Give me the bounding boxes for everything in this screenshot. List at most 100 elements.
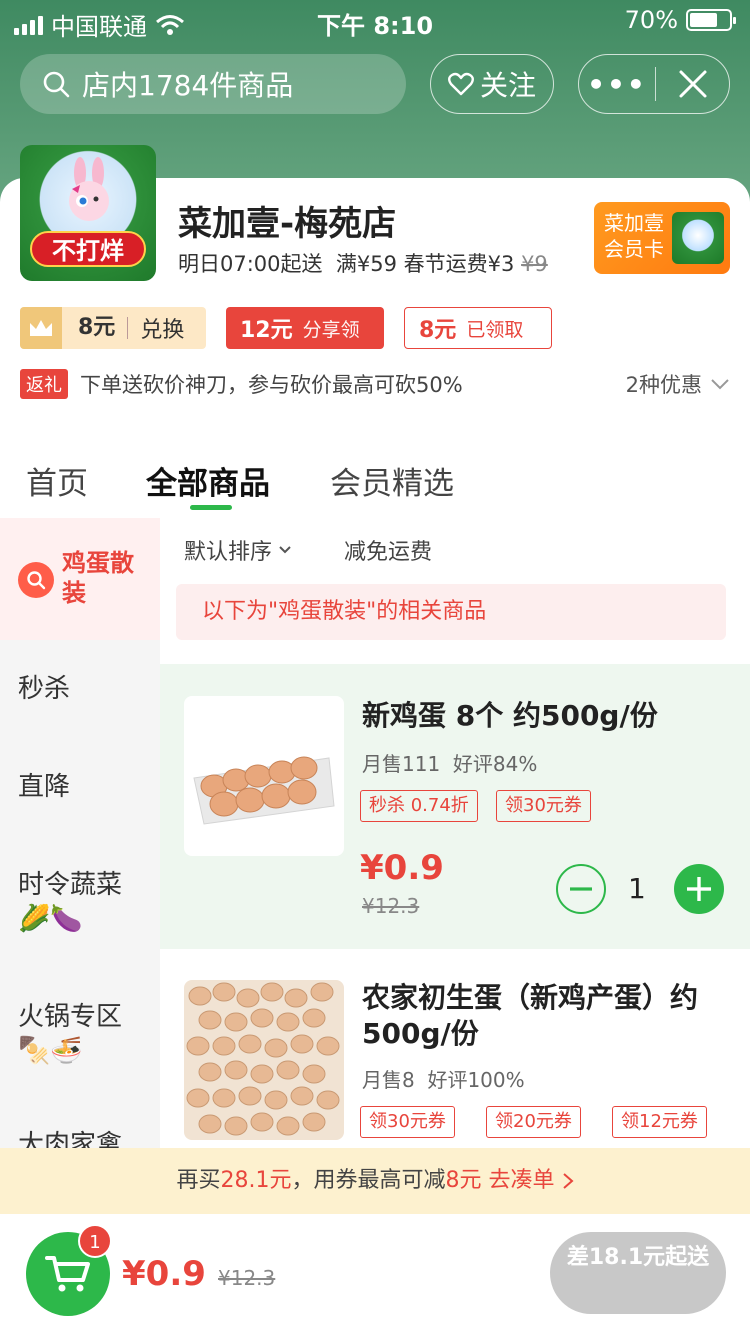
product-tag[interactable]: 领30元券 — [360, 1106, 455, 1138]
search-placeholder: 店内1784件商品 — [82, 69, 294, 102]
coupon-claimed[interactable]: 8元 已领取 — [404, 307, 552, 349]
tab-member-picks[interactable]: 会员精选 — [330, 458, 454, 503]
store-logo[interactable]: 不打烊 — [20, 145, 156, 281]
coupon-amount: 12元 — [240, 318, 293, 343]
coupon-action: 兑换 — [140, 318, 185, 343]
product-tag[interactable]: 领20元券 — [486, 1106, 581, 1138]
product-image[interactable] — [184, 696, 344, 856]
monthly-sales: 月售8 — [362, 1068, 415, 1092]
sidebar-item-flash-sale[interactable]: 秒杀 — [18, 672, 70, 706]
sidebar-item-price-drop[interactable]: 直降 — [18, 770, 70, 804]
promo-text: 下单送砍价神刀，参与砍价最高可砍50% — [80, 373, 463, 397]
coupon-share[interactable]: 12元 分享领 — [226, 307, 384, 349]
sort-dropdown[interactable]: 默认排序 — [184, 534, 292, 566]
rating: 好评84% — [452, 752, 538, 776]
miniapp-capsule: ••• — [578, 54, 730, 114]
minus-icon — [570, 887, 592, 891]
close-button[interactable] — [656, 69, 729, 99]
hint-amount: 28.1元 — [220, 1168, 292, 1193]
product-price: ¥0.9 — [360, 848, 444, 888]
bunny-mascot-icon — [69, 157, 109, 221]
increase-quantity-button[interactable] — [674, 864, 724, 914]
sidebar-item-emoji: 🍢🍜 — [18, 1036, 83, 1066]
sidebar-item-meat[interactable]: 大肉家禽 — [18, 1128, 122, 1148]
free-shipping-filter[interactable]: 减免运费 — [344, 534, 432, 566]
search-icon — [43, 71, 70, 98]
search-icon — [18, 562, 54, 598]
add-more-hint[interactable]: 再买28.1元，用券最高可减8元 去凑单 — [0, 1148, 750, 1214]
product-sales: 月售8 好评100% — [362, 1064, 525, 1093]
delivery-time: 明日07:00起送 — [178, 252, 323, 276]
promo-badge: 返礼 — [20, 369, 68, 399]
product-tag[interactable]: 领12元券 — [612, 1106, 707, 1138]
battery-icon — [686, 9, 736, 31]
category-sidebar: 鸡蛋散装 秒杀 直降 时令蔬菜 🌽🍆 火锅专区 🍢🍜 大肉家禽 — [0, 518, 160, 1148]
delivery-fee: 满¥59 春节运费¥3 — [335, 252, 515, 276]
sidebar-item-label: 秒杀 — [18, 674, 71, 704]
quantity-value: 1 — [628, 872, 646, 905]
delivery-info: 明日07:00起送 满¥59 春节运费¥3 ¥9 — [178, 248, 548, 278]
cart-total: ¥0.9 — [122, 1254, 206, 1294]
store-name: 菜加壹-梅苑店 — [178, 204, 397, 244]
chevron-right-icon — [562, 1173, 574, 1189]
product-tag: 秒杀 0.74折 — [360, 790, 478, 822]
decrease-quantity-button[interactable] — [556, 864, 606, 914]
cart-count-badge: 1 — [78, 1224, 112, 1258]
free-shipping-label: 减免运费 — [344, 540, 433, 565]
coupon-action: 分享领 — [302, 318, 360, 341]
hint-middle: ，用券最高可减 — [291, 1168, 446, 1193]
tab-all-products[interactable]: 全部商品 — [146, 458, 270, 503]
coupon-action: 已领取 — [466, 318, 524, 341]
hint-prefix: 再买 — [176, 1168, 221, 1193]
battery-percent: 70% — [624, 6, 678, 34]
checkout-button[interactable]: 差18.1元起送 — [550, 1232, 726, 1314]
chevron-down-icon — [711, 379, 729, 390]
more-button[interactable]: ••• — [579, 68, 655, 101]
follow-label: 关注 — [479, 69, 536, 102]
promo-row[interactable]: 返礼 下单送砍价神刀，参与砍价最高可砍50% 2种优惠 — [20, 368, 730, 400]
follow-button[interactable]: 关注 — [430, 54, 554, 114]
product-name[interactable]: 新鸡蛋 8个 约500g/份 — [362, 698, 732, 734]
chevron-down-icon — [279, 546, 291, 554]
product-image[interactable] — [184, 980, 344, 1140]
cart-original-total: ¥12.3 — [218, 1266, 276, 1290]
member-card-button[interactable]: 菜加壹 会员卡 — [594, 202, 730, 274]
sidebar-item-emoji: 🌽🍆 — [18, 904, 83, 934]
product-original-price: ¥12.3 — [362, 894, 420, 918]
product-name[interactable]: 农家初生蛋（新鸡产蛋）约500g/份 — [362, 980, 732, 1052]
sidebar-item-active[interactable]: 鸡蛋散装 — [0, 518, 160, 640]
search-notice: 以下为"鸡蛋散装"的相关商品 — [176, 584, 726, 640]
coupon-exchange[interactable]: 8元 兑换 — [20, 307, 206, 349]
sidebar-item-label: 时令蔬菜 — [18, 870, 123, 900]
sidebar-item-label: 火锅专区 — [18, 1002, 123, 1032]
rating: 好评100% — [427, 1068, 525, 1092]
product-tag[interactable]: 领30元券 — [496, 790, 591, 822]
sort-label: 默认排序 — [184, 540, 273, 565]
sidebar-item-label: 鸡蛋散装 — [62, 549, 134, 607]
eggs-pile-image — [186, 982, 340, 1136]
hint-link[interactable]: 去凑单 — [489, 1168, 555, 1193]
status-bar: 中国联通 下午 8:10 70% — [0, 0, 750, 42]
coupon-amount: 8元 — [62, 317, 129, 339]
close-icon — [679, 70, 706, 98]
monthly-sales: 月售111 — [362, 752, 441, 776]
heart-icon — [448, 72, 474, 96]
hint-discount: 8元 — [445, 1168, 482, 1193]
member-card-logo-icon — [672, 212, 724, 264]
cart-icon — [45, 1256, 90, 1292]
sidebar-item-vegetables[interactable]: 时令蔬菜 🌽🍆 — [18, 868, 122, 936]
plus-icon — [687, 877, 711, 901]
promo-more-label: 2种优惠 — [625, 373, 702, 397]
tab-home[interactable]: 首页 — [26, 458, 88, 503]
eggs-tray-image — [193, 756, 335, 825]
sidebar-item-label: 直降 — [18, 772, 71, 802]
product-sales: 月售111 好评84% — [362, 748, 537, 777]
sidebar-item-label: 大肉家禽 — [18, 1130, 123, 1148]
logo-slogan: 不打烊 — [30, 231, 146, 267]
store-search-input[interactable]: 店内1784件商品 — [20, 54, 406, 114]
tab-active-indicator — [190, 505, 232, 510]
sidebar-item-hotpot[interactable]: 火锅专区 🍢🍜 — [18, 1000, 122, 1068]
delivery-fee-original: ¥9 — [521, 252, 548, 276]
crown-icon — [20, 307, 62, 349]
promo-more[interactable]: 2种优惠 — [626, 369, 730, 399]
